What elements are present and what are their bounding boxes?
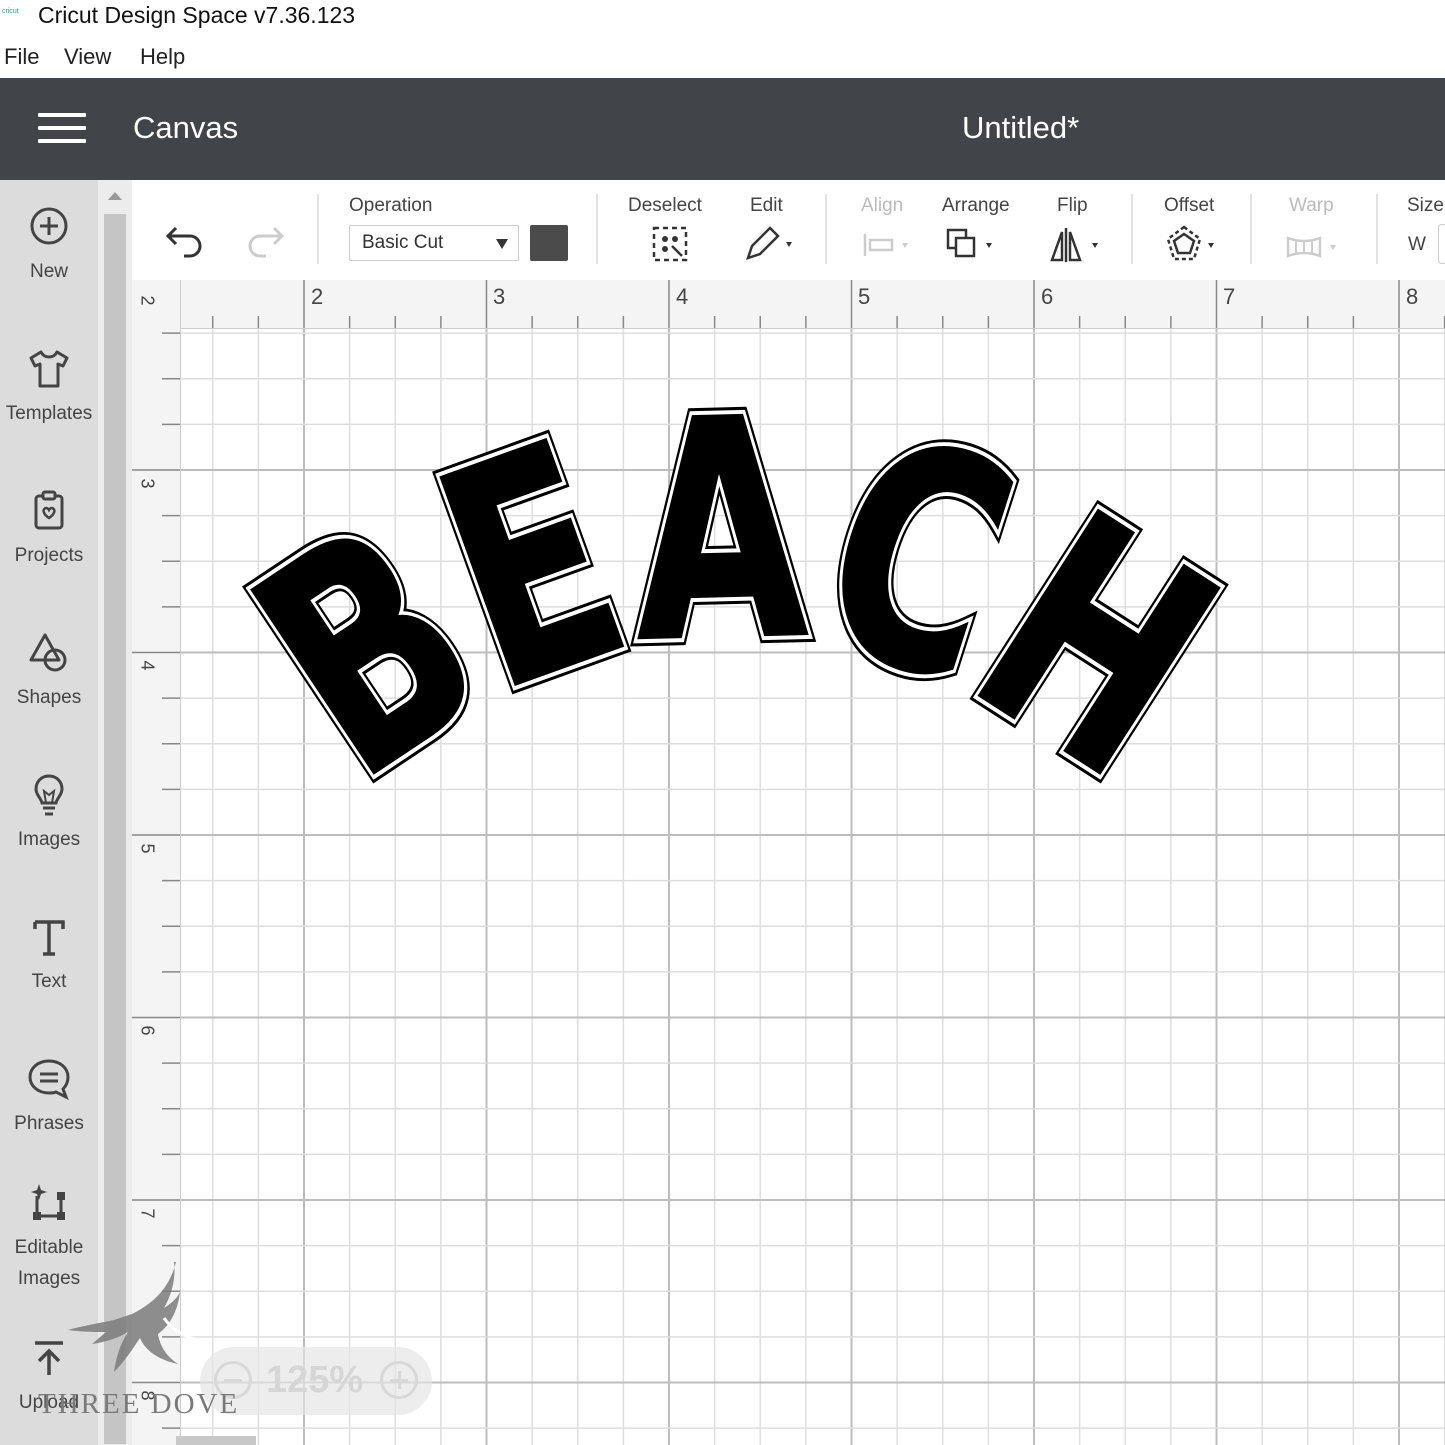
sidebar-item-label: Images [17, 829, 81, 850]
window-title: Cricut Design Space v7.36.123 [38, 2, 356, 28]
warp-icon [1286, 236, 1336, 258]
app-logo: cricut [2, 8, 19, 15]
zoom-level: 125% [266, 1359, 364, 1401]
title-bar: cricut Cricut Design Space v7.36.123 [0, 0, 1445, 34]
align-icon [863, 234, 908, 256]
sidebar-item-shapes[interactable]: Shapes [0, 630, 98, 713]
arrange-label: Arrange [942, 195, 1010, 216]
beach-text-design[interactable]: BEACH BEACH BEACH [132, 280, 1445, 1445]
sidebar-item-label: Projects [14, 545, 84, 566]
edit-label: Edit [750, 195, 783, 216]
text-icon [33, 920, 65, 956]
sidebar-item-label: Text [31, 971, 67, 992]
design-canvas[interactable]: 2 3 4 5 6 7 8 2 3 4 5 6 7 8 BEACH BEACH … [132, 280, 1445, 1445]
zoom-in-icon[interactable] [380, 1361, 418, 1399]
editable-images-icon [31, 1184, 65, 1220]
operation-select[interactable]: Basic Cut [349, 225, 519, 261]
align-label: Align [861, 195, 904, 216]
sidebar-item-text[interactable]: Text [0, 914, 98, 997]
scroll-up-arrow-icon[interactable] [108, 192, 122, 200]
operation-color-swatch[interactable] [530, 225, 568, 261]
toolbar-divider [1250, 194, 1252, 264]
header-section-title: Canvas [133, 110, 239, 145]
watermark-text: THREE DOVE [38, 1388, 240, 1420]
toolbar-divider [825, 194, 827, 264]
menu-help[interactable]: Help [140, 44, 185, 70]
sidebar-item-projects[interactable]: Projects [0, 488, 98, 571]
sidebar-item-images[interactable]: Images [0, 772, 98, 855]
menu-view[interactable]: View [64, 44, 111, 70]
document-title[interactable]: Untitled* [962, 110, 1079, 146]
sidebar-scrollbar[interactable] [98, 180, 132, 1445]
operation-label: Operation [349, 195, 433, 216]
undo-icon[interactable] [164, 220, 208, 260]
shapes-icon [29, 633, 67, 672]
chevron-down-icon [496, 239, 508, 249]
lightbulb-icon [34, 774, 64, 816]
offset-label: Offset [1164, 195, 1215, 216]
sidebar-item-phrases[interactable]: Phrases [0, 1056, 98, 1139]
menu-bar: File View Help [0, 38, 1445, 74]
toolbar-divider [596, 194, 598, 264]
size-width-label: W [1408, 234, 1426, 255]
beach-letters[interactable]: BEACH BEACH BEACH [194, 346, 1277, 852]
flip-icon[interactable] [1048, 224, 1108, 264]
deselect-icon[interactable] [650, 224, 690, 264]
redo-icon[interactable] [242, 220, 286, 260]
app-header: Canvas Untitled* [0, 78, 1445, 180]
flip-label: Flip [1057, 195, 1088, 216]
left-sidebar: New Templates Projects Shapes Images Tex… [0, 180, 98, 1445]
plus-circle-icon [30, 207, 68, 245]
speech-bubble-icon [28, 1059, 70, 1101]
canvas-horizontal-scrollbar-thumb[interactable] [176, 1436, 256, 1445]
projects-icon [34, 490, 64, 530]
size-label: Size [1407, 195, 1444, 216]
edit-pencil-icon[interactable] [742, 224, 802, 264]
tshirt-icon [29, 350, 69, 388]
arrange-icon[interactable] [944, 224, 1004, 264]
size-width-input[interactable] [1438, 224, 1445, 264]
sidebar-item-templates[interactable]: Templates [0, 346, 98, 429]
sidebar-item-new[interactable]: New [0, 204, 98, 287]
warp-label: Warp [1289, 195, 1334, 216]
deselect-label: Deselect [628, 195, 702, 216]
toolbar-divider [317, 194, 319, 264]
sidebar-item-label: Phrases [14, 1113, 84, 1134]
offset-icon[interactable] [1164, 224, 1224, 264]
sidebar-item-label: Templates [5, 403, 93, 424]
sidebar-item-label: New [29, 261, 68, 282]
sidebar-item-label: Shapes [16, 687, 82, 708]
hamburger-menu-icon[interactable] [38, 113, 86, 145]
beach-letter-fill: BEACH [203, 355, 1268, 843]
operation-value: Basic Cut [362, 232, 444, 253]
toolbar-divider [1376, 194, 1378, 264]
edit-toolbar: Operation Basic Cut Deselect Edit Align … [132, 180, 1445, 280]
menu-file[interactable]: File [4, 44, 39, 70]
dove-watermark-icon [68, 1262, 201, 1372]
toolbar-divider [1131, 194, 1133, 264]
